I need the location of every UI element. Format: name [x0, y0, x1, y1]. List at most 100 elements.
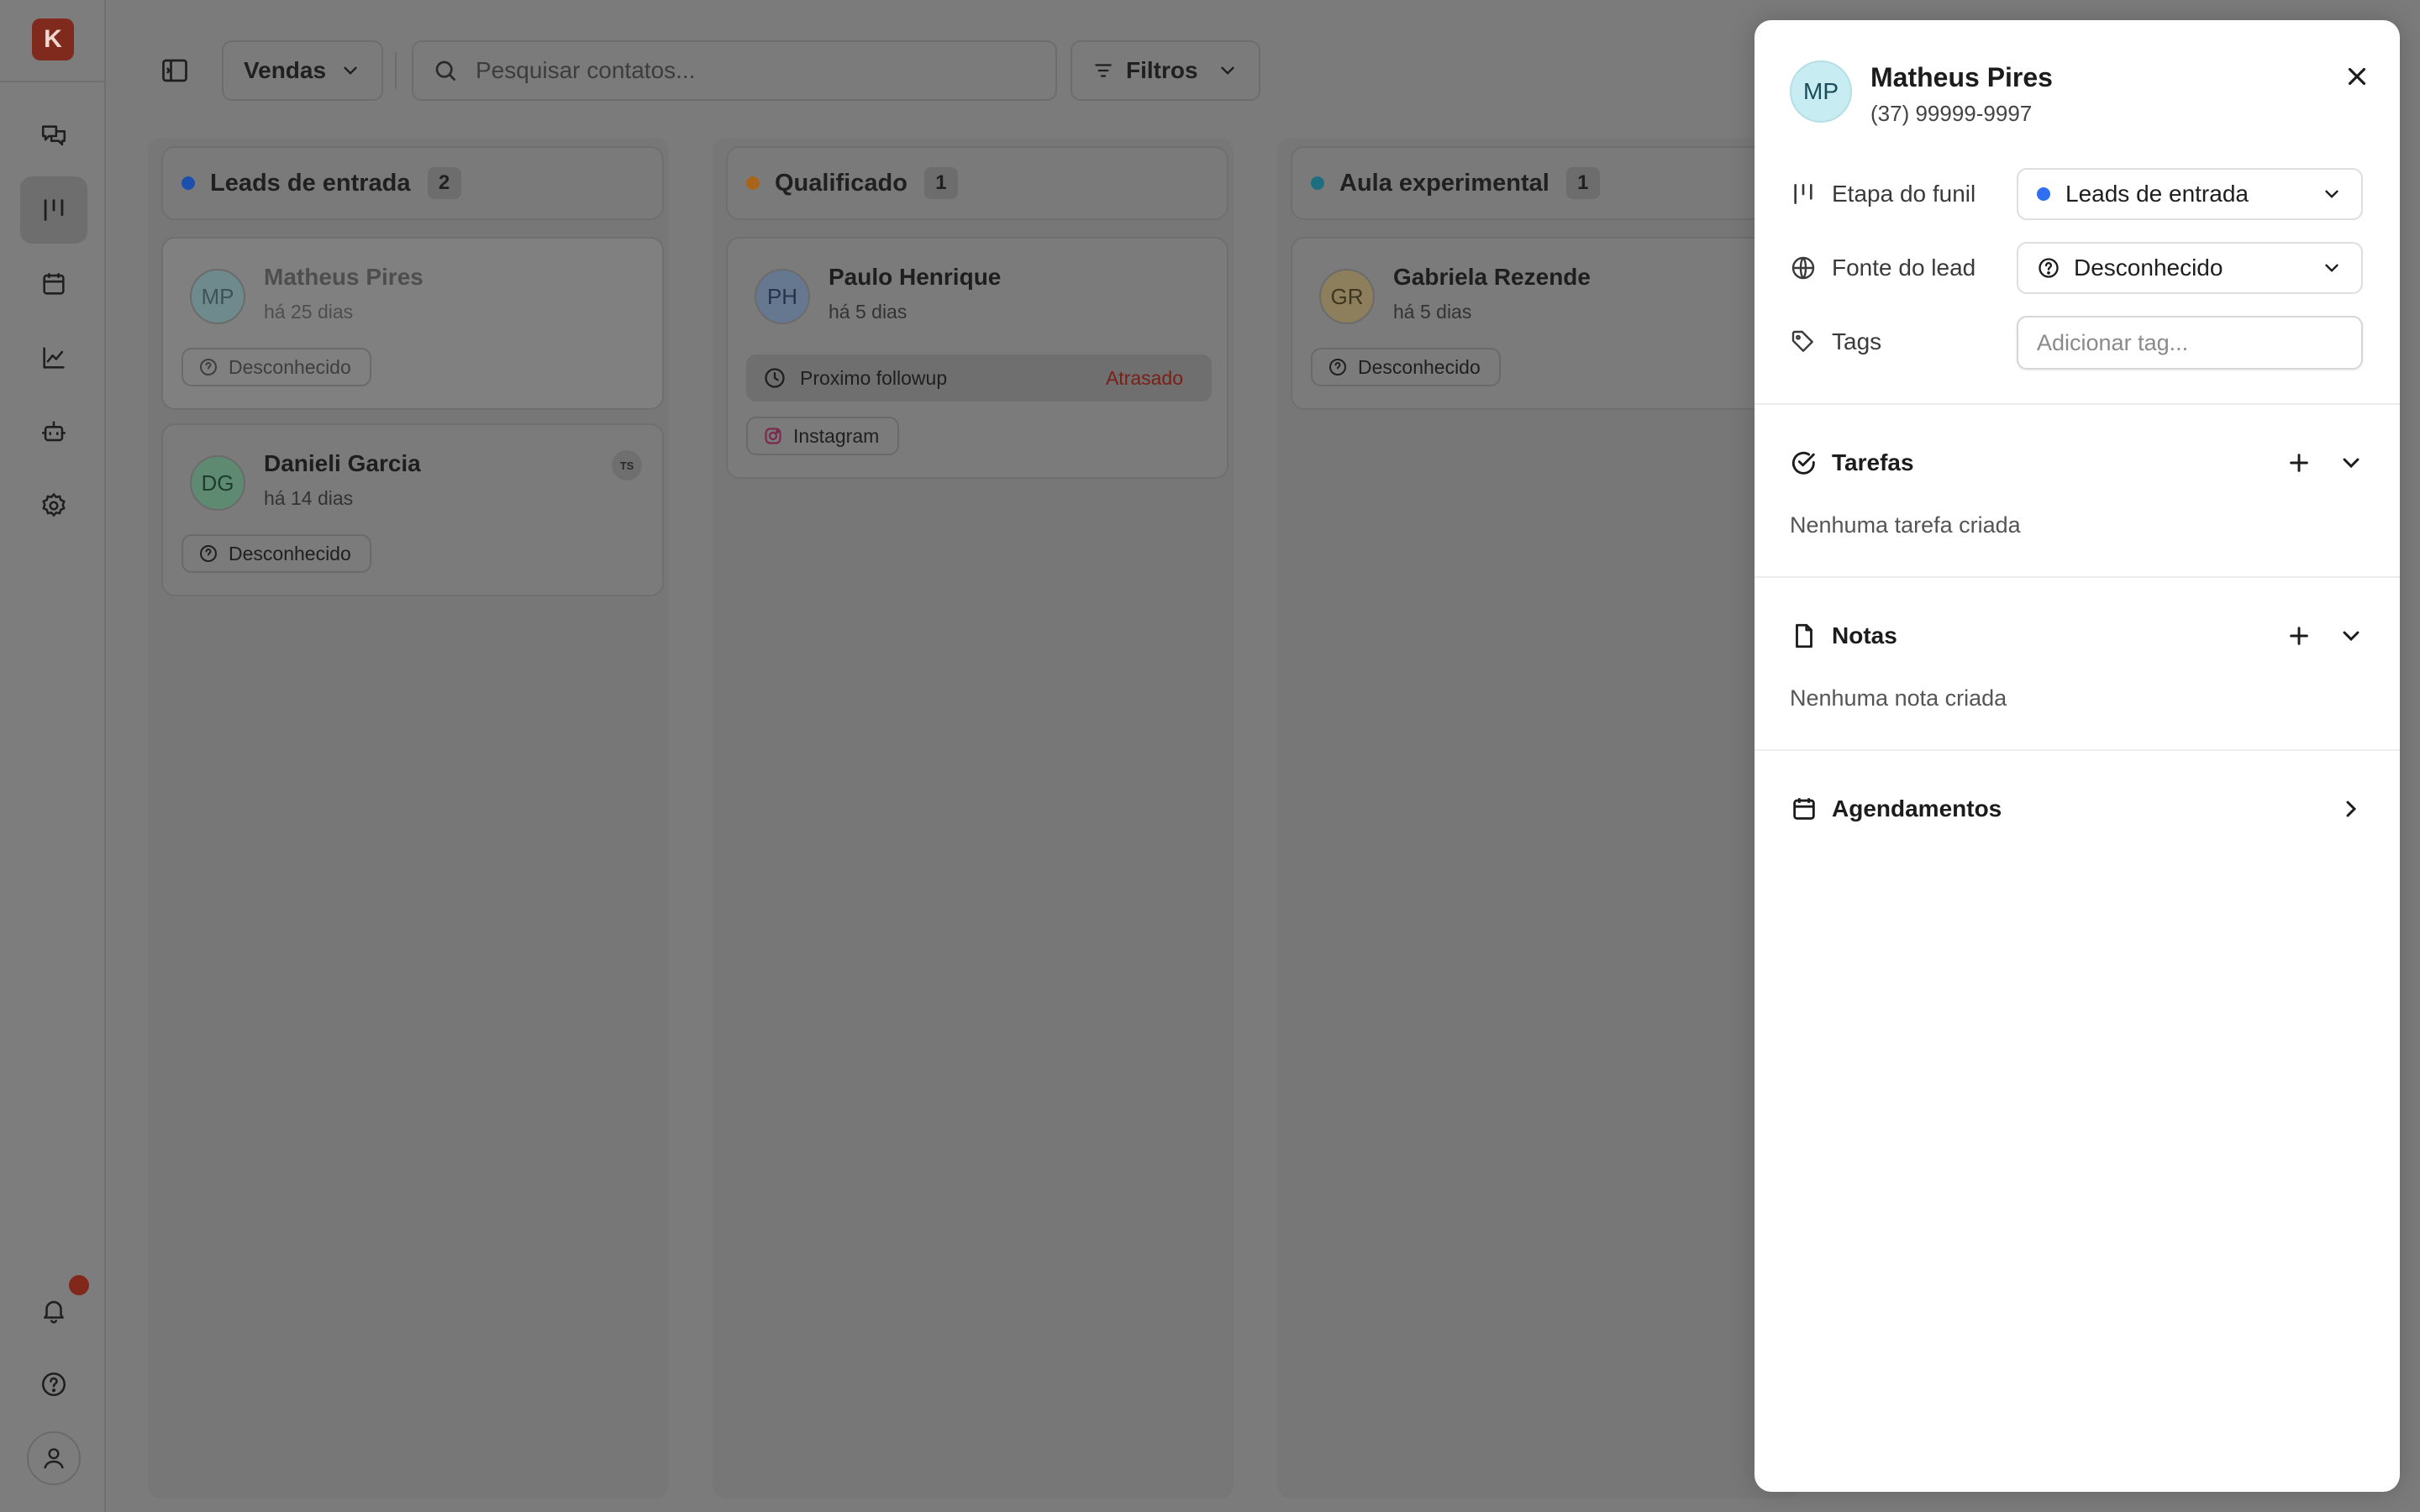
nav-reports[interactable]: [20, 324, 87, 391]
globe-icon: [1791, 256, 1815, 280]
column-header[interactable]: Leads de entrada 2: [161, 146, 664, 220]
contact-phone: (37) 99999-9997: [1870, 101, 2033, 126]
kanban-icon: [44, 199, 64, 221]
chevron-down-icon: [1221, 66, 1234, 75]
calendar-icon: [43, 273, 65, 295]
bot-icon: [41, 421, 66, 442]
notes-empty-text: Nenhuma nota criada: [1790, 685, 2007, 711]
sidebar-toggle-icon[interactable]: [160, 55, 190, 86]
avatar: MP: [190, 269, 245, 324]
bell-icon: [44, 1300, 64, 1324]
nav-conversations[interactable]: [20, 102, 87, 170]
toolbar-divider: [395, 52, 397, 89]
column-header[interactable]: Aula experimental 1: [1291, 146, 1793, 220]
chevron-down-icon[interactable]: [2338, 622, 2365, 649]
avatar: PH: [755, 269, 810, 324]
lead-name: Matheus Pires: [264, 264, 424, 290]
chat-icon: [41, 125, 66, 146]
tasks-empty-text: Nenhuma tarefa criada: [1790, 512, 2021, 538]
plus-icon[interactable]: [2286, 622, 2312, 649]
lead-age: há 14 dias: [264, 487, 354, 509]
tags-input[interactable]: [2017, 316, 2363, 370]
kanban-icon: [1794, 184, 1812, 204]
search-input[interactable]: Pesquisar contatos...: [412, 40, 1057, 101]
user-icon: [44, 1448, 64, 1469]
column-count-badge: 1: [1565, 167, 1600, 199]
gear-icon: [42, 492, 66, 517]
followup-row[interactable]: Proximo followup Atrasado: [746, 354, 1212, 402]
chevron-down-icon: [2325, 264, 2338, 272]
chart-line-icon: [43, 347, 65, 369]
assignee-badge: TS: [612, 450, 642, 480]
app-logo[interactable]: K: [32, 18, 74, 60]
nav-calendar[interactable]: [20, 250, 87, 318]
help-circle-icon: [2039, 258, 2059, 278]
lead-name: Danieli Garcia: [264, 450, 421, 476]
lead-source-chip: Desconhecido: [1311, 348, 1501, 386]
chevron-right-icon[interactable]: [2338, 795, 2365, 822]
filter-icon: [1095, 64, 1112, 77]
avatar: GR: [1319, 269, 1375, 324]
lead-age: há 5 dias: [1393, 301, 1472, 323]
section-divider: [1754, 749, 2400, 751]
followup-status: Atrasado: [1105, 366, 1183, 389]
filters-button[interactable]: Filtros: [1071, 40, 1260, 101]
sidebar: K: [0, 0, 106, 1512]
clock-icon: [765, 368, 785, 388]
kanban-column: Aula experimental 1 GR Gabriela Rezende …: [1277, 138, 1798, 1499]
help-circle-icon: [1329, 359, 1346, 375]
chevron-down-icon: [344, 66, 357, 75]
nav-pipeline[interactable]: [20, 176, 87, 244]
stage-field-label: Etapa do funil: [1790, 168, 1975, 220]
help-circle-icon: [200, 545, 217, 562]
contact-name: Matheus Pires: [1870, 62, 2053, 92]
help-button[interactable]: [20, 1351, 87, 1418]
column-color-dot: [1311, 176, 1324, 190]
tags-field-label: Tags: [1790, 316, 1881, 368]
file-icon: [1796, 623, 1812, 648]
nav-automations[interactable]: [20, 398, 87, 465]
lead-name: Paulo Henrique: [829, 264, 1002, 290]
lead-card[interactable]: GR Gabriela Rezende há 5 dias Desconheci…: [1291, 237, 1793, 410]
check-circle-icon: [1791, 451, 1815, 475]
notes-section-header[interactable]: Notas: [1790, 615, 2365, 657]
stage-select[interactable]: Leads de entrada: [2017, 168, 2363, 220]
lead-name: Gabriela Rezende: [1393, 264, 1591, 290]
lead-card[interactable]: DG Danieli Garcia há 14 dias TS Desconhe…: [161, 423, 664, 596]
lead-card[interactable]: PH Paulo Henrique há 5 dias Proximo foll…: [726, 237, 1228, 479]
column-count-badge: 2: [427, 167, 461, 199]
chevron-down-icon: [2325, 190, 2338, 198]
tag-icon: [1791, 330, 1813, 352]
tasks-section-header[interactable]: Tarefas: [1790, 442, 2365, 484]
stage-color-dot: [2037, 187, 2050, 201]
section-divider: [1754, 576, 2400, 578]
instagram-icon: [765, 428, 781, 444]
kanban-column: Qualificado 1 PH Paulo Henrique há 5 dia…: [713, 138, 1234, 1499]
avatar: DG: [190, 455, 245, 511]
nav-settings[interactable]: [20, 472, 87, 539]
column-count-badge: 1: [923, 167, 958, 199]
sidebar-divider: [0, 81, 106, 82]
calendar-icon: [1793, 798, 1815, 820]
help-icon: [41, 1372, 66, 1397]
user-profile-button[interactable]: [27, 1431, 81, 1485]
appointments-section-header[interactable]: Agendamentos: [1790, 788, 2365, 830]
column-color-dot: [746, 176, 760, 190]
section-divider: [1754, 403, 2400, 405]
contact-detail-panel: MP Matheus Pires (37) 99999-9997 Etapa d…: [1754, 20, 2400, 1492]
lead-age: há 25 dias: [264, 301, 354, 323]
source-select[interactable]: Desconhecido: [2017, 242, 2363, 294]
column-header[interactable]: Qualificado 1: [726, 146, 1228, 220]
pipeline-select[interactable]: Vendas: [222, 40, 383, 101]
close-icon[interactable]: [2343, 62, 2371, 91]
kanban-column: Leads de entrada 2 MP Matheus Pires há 2…: [148, 138, 669, 1499]
lead-card[interactable]: MP Matheus Pires há 25 dias Desconhecido: [161, 237, 664, 410]
search-icon: [435, 60, 455, 81]
notification-badge: [69, 1275, 89, 1295]
column-color-dot: [182, 176, 195, 190]
lead-source-chip: Desconhecido: [182, 348, 371, 386]
avatar: MP: [1790, 60, 1852, 123]
help-circle-icon: [200, 359, 217, 375]
plus-icon[interactable]: [2286, 449, 2312, 476]
chevron-down-icon[interactable]: [2338, 449, 2365, 476]
